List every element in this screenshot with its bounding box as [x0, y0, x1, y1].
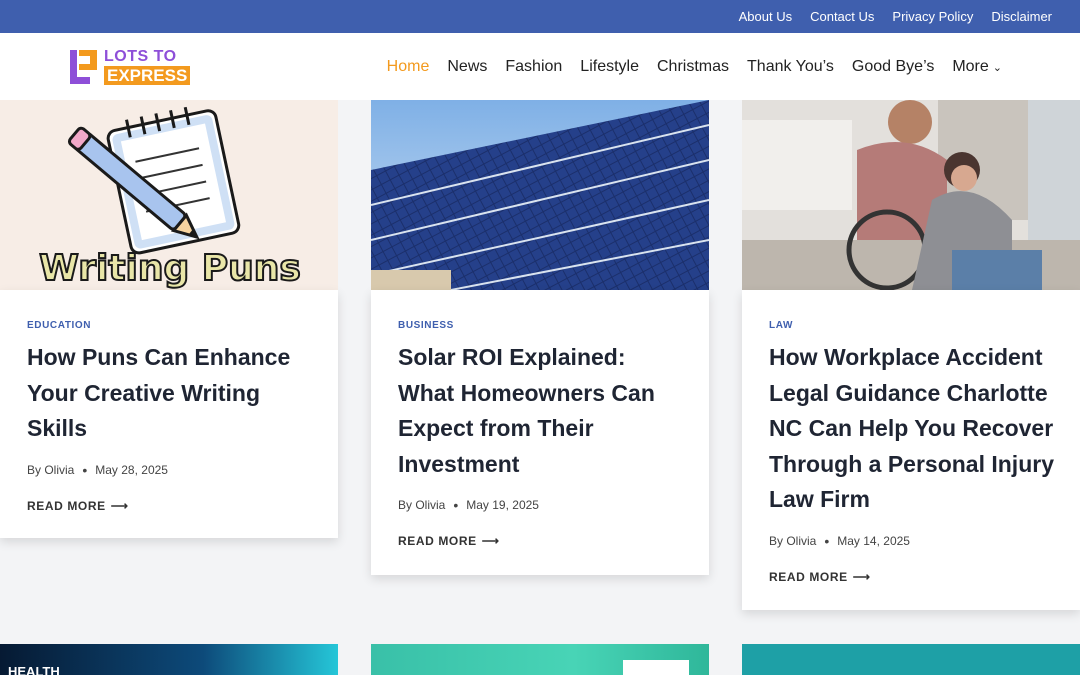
nav-item-home[interactable]: Home — [387, 58, 430, 76]
top-link-about[interactable]: About Us — [739, 9, 792, 24]
site-header: LOTS TO EXPRESS Home News Fashion Lifest… — [0, 33, 1080, 100]
nav-item-more[interactable]: More ⌄ — [952, 58, 1002, 76]
top-bar: About Us Contact Us Privacy Policy Discl… — [0, 0, 1080, 33]
thumbnail-caption: Writing Puns — [39, 248, 301, 289]
nav-item-news[interactable]: News — [447, 58, 487, 76]
post-thumbnail-next[interactable] — [371, 644, 709, 675]
post-author[interactable]: By Olivia — [27, 463, 74, 477]
read-more-link[interactable]: READ MORE ⟶ — [398, 534, 688, 548]
arrow-right-icon: ⟶ — [110, 498, 129, 513]
thumbnail-caption: HEALTH — [8, 664, 60, 675]
logo-mark-icon — [70, 50, 98, 84]
thumbnail-document-shape — [623, 660, 689, 675]
post-date: May 19, 2025 — [466, 498, 539, 512]
notepad-pencil-icon: Writing Puns — [38, 106, 302, 290]
post-title[interactable]: Solar ROI Explained: What Homeowners Can… — [398, 340, 688, 482]
read-more-label: READ MORE — [769, 569, 848, 584]
post-author[interactable]: By Olivia — [398, 498, 445, 512]
post-card: EDUCATION How Puns Can Enhance Your Crea… — [0, 290, 338, 538]
nav-more-label: More — [952, 57, 989, 75]
chevron-down-icon: ⌄ — [992, 61, 1002, 74]
nav-item-good-byes[interactable]: Good Bye’s — [852, 58, 934, 76]
site-logo[interactable]: LOTS TO EXPRESS — [70, 49, 195, 85]
post-thumbnail-health[interactable]: HEALTH — [0, 644, 338, 675]
wheelchair-couple-image — [742, 100, 1080, 290]
meta-separator: • — [453, 497, 459, 513]
arrow-right-icon: ⟶ — [481, 534, 500, 548]
post-thumbnail-next[interactable] — [742, 644, 1080, 675]
post-title[interactable]: How Puns Can Enhance Your Creative Writi… — [27, 340, 317, 447]
post-date: May 28, 2025 — [95, 462, 168, 477]
read-more-link[interactable]: READ MORE ⟶ — [769, 570, 1059, 584]
read-more-label: READ MORE — [398, 534, 477, 548]
logo-text-top: LOTS TO — [104, 48, 177, 65]
arrow-right-icon: ⟶ — [852, 569, 871, 584]
post-title[interactable]: How Workplace Accident Legal Guidance Ch… — [769, 340, 1059, 518]
read-more-label: READ MORE — [27, 498, 106, 513]
top-link-disclaimer[interactable]: Disclaimer — [991, 9, 1052, 24]
nav-item-lifestyle[interactable]: Lifestyle — [580, 58, 639, 76]
post-thumbnail-workplace-accident[interactable] — [742, 100, 1080, 290]
post-category[interactable]: EDUCATION — [27, 320, 317, 331]
post-card: LAW How Workplace Accident Legal Guidanc… — [742, 290, 1080, 610]
post-card: BUSINESS Solar ROI Explained: What Homeo… — [371, 290, 709, 575]
meta-separator: • — [82, 461, 88, 478]
top-link-privacy[interactable]: Privacy Policy — [892, 9, 973, 24]
nav-item-christmas[interactable]: Christmas — [657, 58, 729, 76]
solar-panels-image — [371, 100, 709, 290]
meta-separator: • — [824, 532, 830, 549]
post-category[interactable]: BUSINESS — [398, 320, 688, 331]
main-nav: Home News Fashion Lifestyle Christmas Th… — [369, 33, 1080, 100]
post-date: May 14, 2025 — [837, 533, 910, 548]
read-more-link[interactable]: READ MORE ⟶ — [27, 499, 317, 513]
post-thumbnail-solar[interactable] — [371, 100, 709, 290]
nav-item-thank-yous[interactable]: Thank You’s — [747, 58, 834, 76]
logo-text-bottom: EXPRESS — [104, 66, 191, 85]
post-author[interactable]: By Olivia — [769, 534, 816, 548]
top-link-contact[interactable]: Contact Us — [810, 9, 874, 24]
post-category[interactable]: LAW — [769, 320, 1059, 331]
nav-item-fashion[interactable]: Fashion — [505, 58, 562, 76]
post-thumbnail-writing-puns[interactable]: Writing Puns — [0, 100, 338, 290]
